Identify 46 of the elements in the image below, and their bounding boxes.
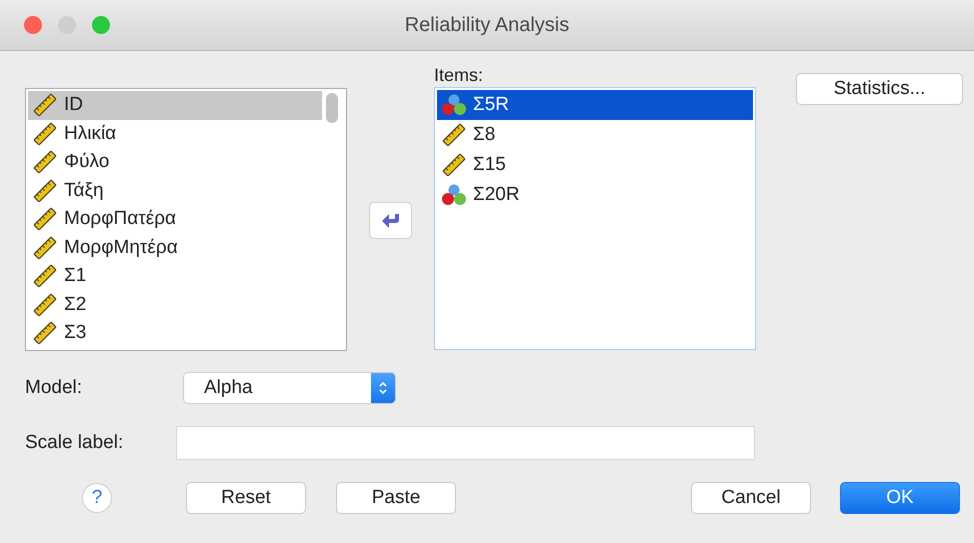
model-dropdown[interactable]: Alpha — [183, 372, 396, 404]
zoom-button[interactable] — [92, 16, 110, 34]
arrow-icon — [380, 212, 400, 230]
scrollbar[interactable] — [326, 93, 338, 123]
list-item[interactable]: Φύλο — [28, 148, 322, 176]
circles-icon — [441, 93, 467, 117]
list-item[interactable]: ΜορφΠατέρα — [28, 205, 322, 234]
close-button[interactable] — [24, 16, 42, 34]
cancel-button[interactable]: Cancel — [691, 482, 811, 514]
window-title: Reliability Analysis — [404, 14, 570, 36]
list-item[interactable]: ΜορφΜητέρα — [28, 234, 322, 262]
variable-name: Ηλικία — [64, 122, 116, 145]
variable-name: Σ1 — [64, 265, 86, 288]
help-button[interactable]: ? — [82, 483, 112, 513]
items-label: Items: — [434, 65, 484, 87]
variable-name: Σ8 — [473, 124, 496, 146]
variable-name: ID — [64, 94, 83, 116]
model-label: Model: — [25, 377, 84, 399]
variable-name: Φύλο — [64, 151, 110, 174]
list-item[interactable]: Σ1 — [28, 262, 322, 290]
scale-label-label: Scale label: — [25, 432, 124, 454]
variable-name: Σ15 — [473, 154, 506, 176]
variable-name: Σ5R — [473, 94, 510, 116]
statistics-button[interactable]: Statistics... — [796, 73, 963, 105]
scale-label-field[interactable] — [176, 426, 755, 460]
list-item[interactable]: Σ2 — [28, 290, 322, 319]
variable-name: ΜορφΠατέρα — [64, 208, 176, 230]
list-item[interactable]: Σ3 — [28, 319, 322, 348]
variable-name: Σ20R — [473, 184, 520, 206]
ok-button[interactable]: OK — [840, 482, 960, 514]
dropdown-arrows-icon — [371, 373, 395, 403]
list-item[interactable]: Σ15 — [437, 150, 753, 180]
list-item[interactable]: Σ5R — [437, 90, 753, 120]
variable-name: Τάξη — [64, 180, 104, 202]
paste-button[interactable]: Paste — [336, 482, 456, 514]
list-item[interactable]: Σ20R — [437, 180, 753, 210]
variable-name: Σ3 — [64, 322, 86, 344]
variable-name: Σ2 — [64, 294, 86, 316]
list-item[interactable]: Σ8 — [437, 120, 753, 150]
move-button[interactable] — [369, 202, 412, 239]
list-item[interactable]: ID — [28, 91, 322, 120]
reset-button[interactable]: Reset — [186, 482, 306, 514]
list-item[interactable]: Ηλικία — [28, 120, 322, 148]
variable-name: ΜορφΜητέρα — [64, 236, 178, 259]
circles-icon — [441, 183, 467, 207]
list-item[interactable]: Τάξη — [28, 176, 322, 205]
